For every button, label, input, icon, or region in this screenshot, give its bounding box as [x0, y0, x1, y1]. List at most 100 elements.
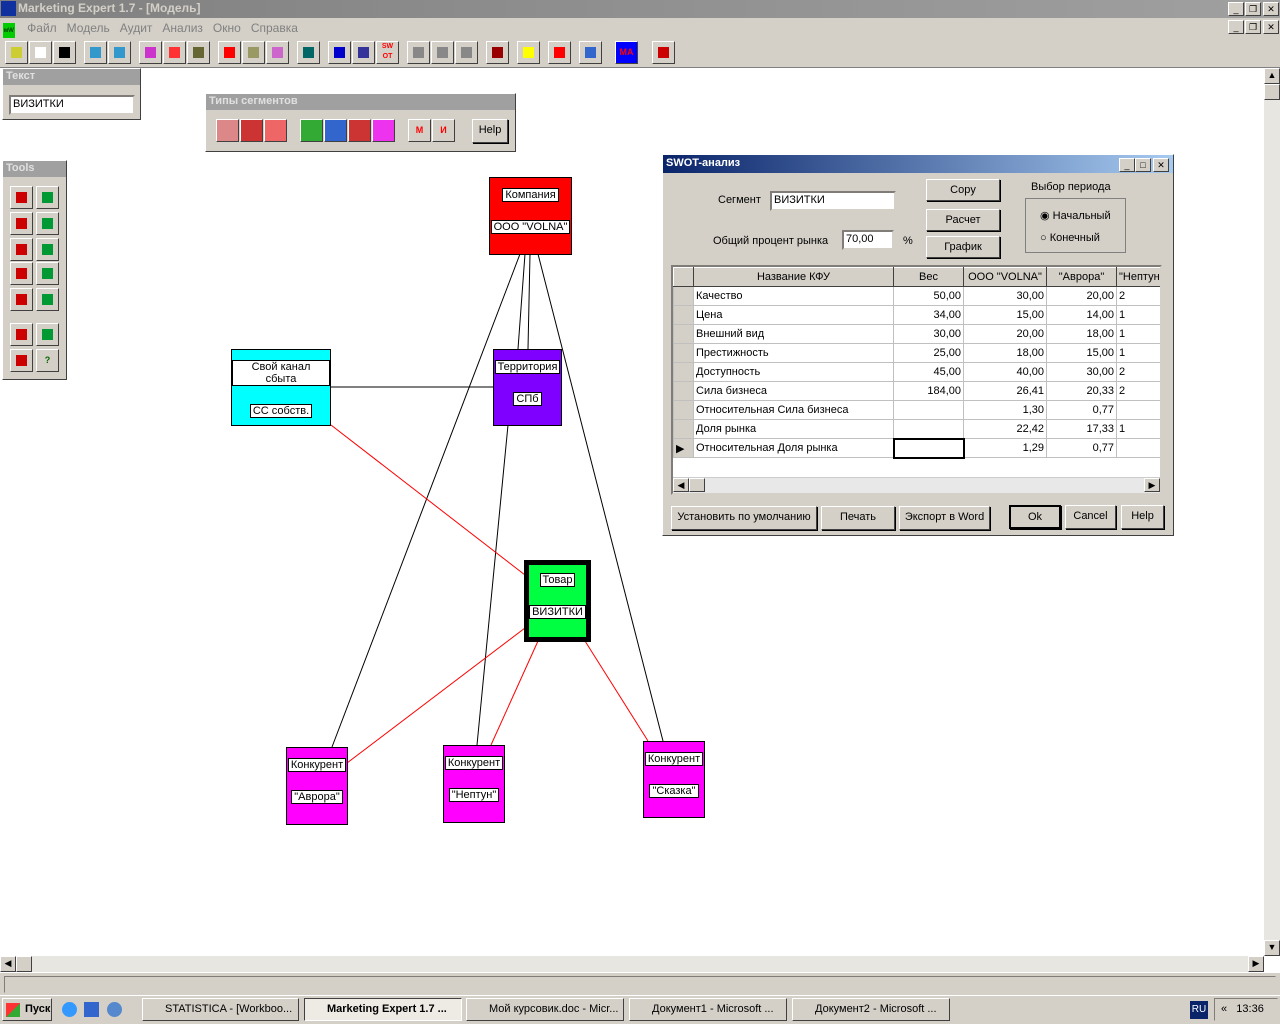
- help-button[interactable]: Help: [1121, 505, 1164, 529]
- col-header[interactable]: "Нептун": [1116, 267, 1160, 287]
- table-cell[interactable]: 20,33: [1046, 381, 1117, 401]
- text-input[interactable]: ВИЗИТКИ: [9, 95, 135, 115]
- table-cell[interactable]: 20,00: [963, 324, 1047, 344]
- table-cell[interactable]: [1116, 438, 1160, 458]
- n-icon[interactable]: И: [432, 119, 455, 142]
- row-indicator[interactable]: ▶: [673, 438, 694, 458]
- cancel-button[interactable]: Cancel: [1065, 505, 1116, 529]
- table-row[interactable]: Престижность 25,00 18,00 15,00 1: [673, 343, 1160, 363]
- task-document2[interactable]: Документ2 - Microsoft ...: [792, 998, 950, 1021]
- help-tool-icon[interactable]: ?: [36, 349, 59, 372]
- table-cell[interactable]: 184,00: [893, 381, 964, 401]
- table-row[interactable]: ▶ Относительная Доля рынка 1,29 0,77: [673, 437, 1160, 459]
- table-cell[interactable]: 30,00: [963, 286, 1047, 306]
- segment-help-button[interactable]: Help: [472, 119, 508, 143]
- table-cell[interactable]: Престижность: [693, 343, 894, 363]
- rotate-icon[interactable]: [10, 288, 33, 311]
- move-icon[interactable]: [36, 262, 59, 285]
- table-cell[interactable]: 26,41: [963, 381, 1047, 401]
- table-cell[interactable]: Относительная Доля рынка: [693, 438, 894, 458]
- table-cell[interactable]: 2: [1116, 286, 1160, 306]
- scroll-right-icon[interactable]: ▶: [1144, 478, 1160, 492]
- table-row[interactable]: Доступность 45,00 40,00 30,00 2: [673, 362, 1160, 382]
- outlook-icon[interactable]: [84, 1002, 99, 1017]
- scroll-down-icon[interactable]: ▼: [1264, 940, 1280, 956]
- kfu-grid[interactable]: Название КФУ Вес ООО "VOLNA" "Аврора" "Непту…: [671, 265, 1162, 495]
- link-icon[interactable]: [10, 186, 33, 209]
- table-cell[interactable]: 1: [1116, 419, 1160, 439]
- table-cell[interactable]: 20,00: [1046, 286, 1117, 306]
- grid-hscrollbar[interactable]: ◀ ▶: [673, 477, 1160, 493]
- ungroup-icon[interactable]: [36, 323, 59, 346]
- row-indicator[interactable]: [673, 324, 694, 344]
- scroll-thumb[interactable]: [689, 478, 705, 492]
- hierarchy-icon[interactable]: [10, 238, 33, 261]
- node-competitor-aurora[interactable]: Конкурент "Аврора": [286, 747, 348, 825]
- table-row[interactable]: Качество 50,00 30,00 20,00 2: [673, 286, 1160, 306]
- swot-close-button[interactable]: ✕: [1153, 158, 1169, 172]
- group-icon[interactable]: [10, 323, 33, 346]
- row-indicator[interactable]: [673, 343, 694, 363]
- node-competitor-skazka[interactable]: Конкурент "Сказка": [643, 741, 705, 818]
- hscroll-thumb[interactable]: [16, 956, 32, 972]
- col-header[interactable]: ООО "VOLNA": [963, 267, 1047, 287]
- reconnect-icon[interactable]: [36, 212, 59, 235]
- table-cell[interactable]: 1: [1116, 324, 1160, 344]
- row-indicator[interactable]: [673, 381, 694, 401]
- delete-link-icon[interactable]: [36, 186, 59, 209]
- media-player-icon[interactable]: [107, 1002, 122, 1017]
- col-header[interactable]: "Аврора": [1046, 267, 1117, 287]
- map-icon[interactable]: [300, 119, 323, 142]
- node-product[interactable]: Товар ВИЗИТКИ: [524, 560, 591, 642]
- hscroll-left-icon[interactable]: ◀: [0, 956, 16, 972]
- tray-expand-icon[interactable]: «: [1221, 1003, 1227, 1015]
- table-row[interactable]: Цена 34,00 15,00 14,00 1: [673, 305, 1160, 325]
- table-cell[interactable]: 22,42: [963, 419, 1047, 439]
- book-segment-icon[interactable]: [324, 119, 347, 142]
- table-row[interactable]: Относительная Сила бизнеса 1,30 0,77: [673, 400, 1160, 420]
- connect-icon[interactable]: [10, 212, 33, 235]
- ok-button[interactable]: Ok: [1009, 505, 1061, 529]
- m-icon[interactable]: M: [408, 119, 431, 142]
- table-row[interactable]: Доля рынка 22,42 17,33 1: [673, 419, 1160, 439]
- language-indicator[interactable]: RU: [1190, 1001, 1208, 1019]
- export-word-button[interactable]: Экспорт в Word: [899, 506, 990, 530]
- period-final-radio[interactable]: ○ Конечный: [1040, 232, 1100, 244]
- set-default-button[interactable]: Установить по умолчанию: [671, 506, 817, 530]
- table-cell[interactable]: 45,00: [893, 362, 964, 382]
- row-indicator[interactable]: [673, 286, 694, 306]
- table-cell[interactable]: 40,00: [963, 362, 1047, 382]
- table-cell[interactable]: 15,00: [963, 305, 1047, 325]
- table-cell[interactable]: [892, 437, 965, 459]
- globe-icon[interactable]: [372, 119, 395, 142]
- calc-button[interactable]: Расчет: [926, 209, 1000, 231]
- table-cell[interactable]: 25,00: [893, 343, 964, 363]
- node-company[interactable]: Компания ООО "VOLNA": [489, 177, 572, 255]
- table-row[interactable]: Сила бизнеса 184,00 26,41 20,33 2: [673, 381, 1160, 401]
- table-cell[interactable]: 14,00: [1046, 305, 1117, 325]
- table-cell[interactable]: 18,00: [1046, 324, 1117, 344]
- scroll-up-icon[interactable]: ▲: [1264, 68, 1280, 84]
- col-header[interactable]: Вес: [893, 267, 964, 287]
- table-cell[interactable]: Внешний вид: [693, 324, 894, 344]
- table-cell[interactable]: 50,00: [893, 286, 964, 306]
- table-cell[interactable]: Относительная Сила бизнеса: [693, 400, 894, 420]
- task-document1[interactable]: Документ1 - Microsoft ...: [629, 998, 787, 1021]
- vscroll-thumb[interactable]: [1264, 84, 1280, 100]
- table-cell[interactable]: 1: [1116, 343, 1160, 363]
- table-cell[interactable]: Доля рынка: [693, 419, 894, 439]
- table-cell[interactable]: 2: [1116, 381, 1160, 401]
- align-icon[interactable]: [10, 262, 33, 285]
- ie-icon[interactable]: [62, 1002, 77, 1017]
- person-icon[interactable]: [264, 119, 287, 142]
- target-icon[interactable]: [348, 119, 371, 142]
- task-kursovik[interactable]: Мой курсовик.doc - Micr...: [466, 998, 624, 1021]
- table-cell[interactable]: 17,33: [1046, 419, 1117, 439]
- table-cell[interactable]: 30,00: [893, 324, 964, 344]
- tree-branch-icon[interactable]: [36, 238, 59, 261]
- row-indicator[interactable]: [673, 400, 694, 420]
- table-cell[interactable]: 0,77: [1046, 438, 1117, 458]
- table-row[interactable]: Внешний вид 30,00 20,00 18,00 1: [673, 324, 1160, 344]
- node-icon[interactable]: [10, 349, 33, 372]
- shop-icon[interactable]: [240, 119, 263, 142]
